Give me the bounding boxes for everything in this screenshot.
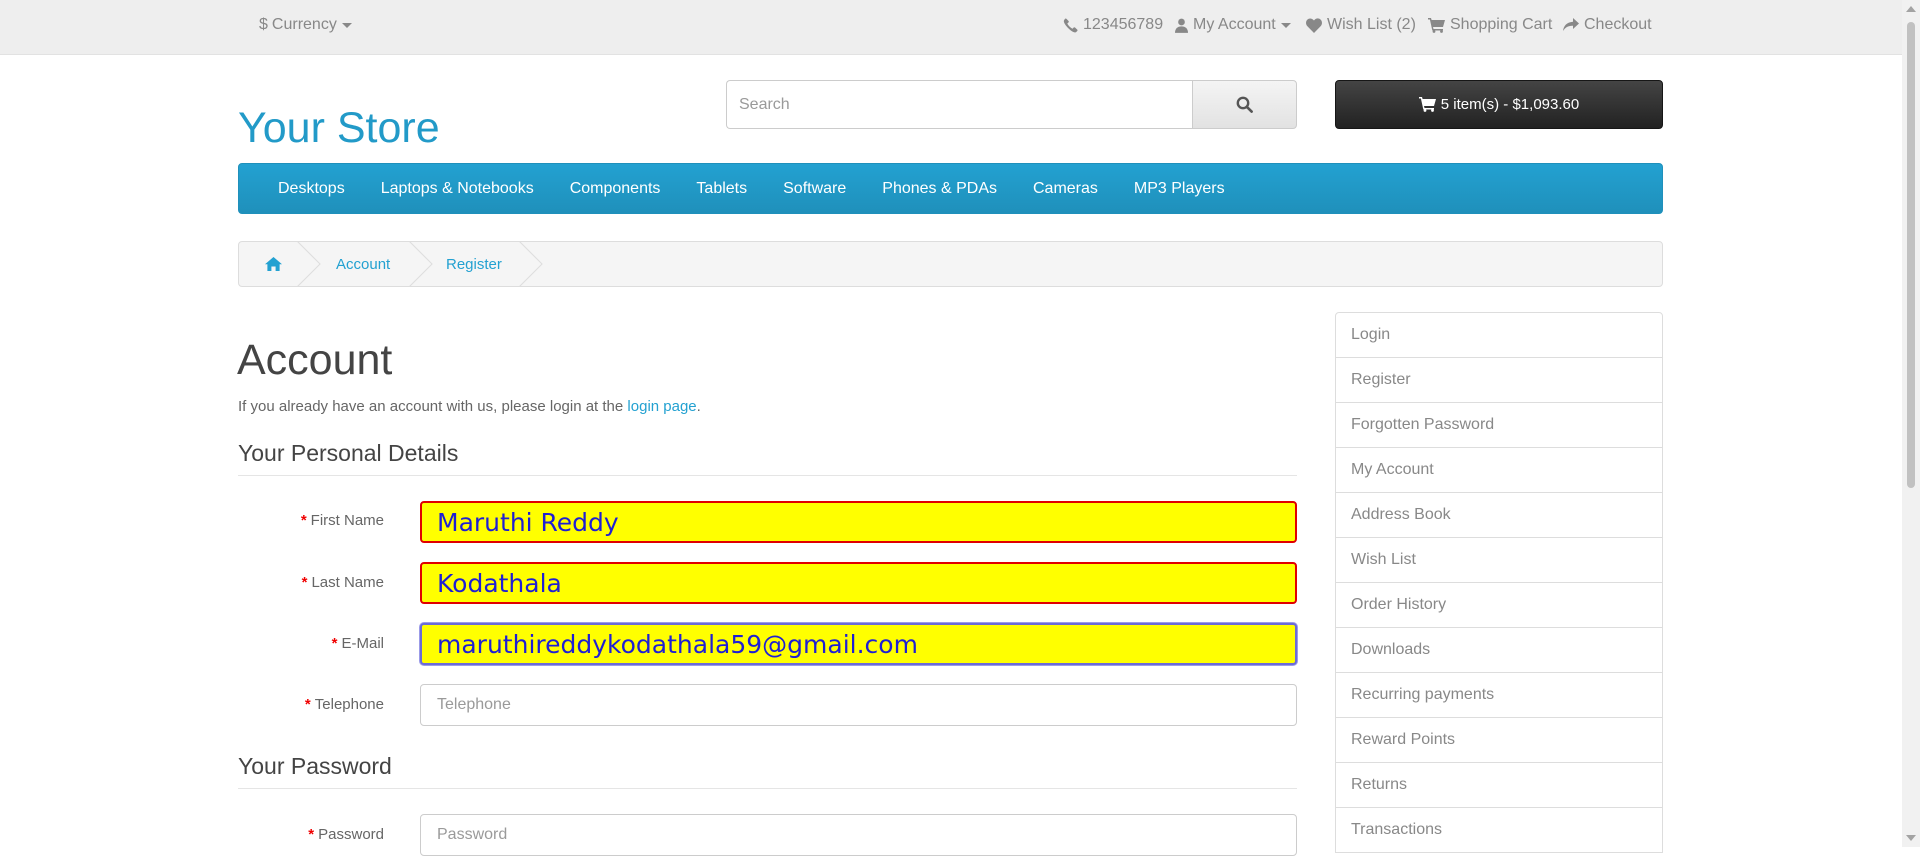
caret-down-icon — [341, 22, 352, 28]
search-icon — [1236, 96, 1253, 113]
top-bar: $ Currency 123456789 My Account Wish Lis… — [0, 0, 1902, 55]
main-menu: Desktops Laptops & Notebooks Components … — [238, 163, 1663, 214]
scroll-up-arrow-icon[interactable] — [1906, 6, 1916, 12]
search-input[interactable] — [726, 80, 1192, 129]
account-sidebar: Login Register Forgotten Password My Acc… — [1335, 312, 1663, 853]
sidebar-item-register[interactable]: Register — [1335, 357, 1663, 403]
last-name-field[interactable] — [420, 562, 1297, 604]
checkout-link[interactable]: Checkout — [1563, 0, 1652, 50]
last-name-label-text: Last Name — [311, 574, 384, 591]
intro-suffix: . — [696, 398, 701, 415]
first-name-label: * First Name — [238, 512, 384, 529]
sidebar-item-recurring-payments[interactable]: Recurring payments — [1335, 672, 1663, 718]
email-field[interactable] — [420, 623, 1297, 665]
shopping-cart-link[interactable]: Shopping Cart — [1428, 0, 1552, 50]
menu-item-software[interactable]: Software — [765, 180, 864, 198]
scroll-down-arrow-icon[interactable] — [1906, 835, 1916, 841]
required-mark: * — [300, 512, 307, 529]
breadcrumb-home[interactable] — [265, 242, 282, 286]
menu-item-desktops[interactable]: Desktops — [260, 180, 363, 198]
personal-details-legend: Your Personal Details — [238, 440, 1297, 476]
telephone-label: * Telephone — [238, 696, 384, 713]
cart-total-label: 5 item(s) - $1,093.60 — [1440, 96, 1580, 113]
sidebar-item-address-book[interactable]: Address Book — [1335, 492, 1663, 538]
menu-item-components[interactable]: Components — [552, 180, 679, 198]
wishlist-label: Wish List (2) — [1327, 16, 1416, 33]
telephone-field[interactable] — [420, 684, 1297, 726]
menu-item-cameras[interactable]: Cameras — [1015, 180, 1116, 198]
my-account-dropdown[interactable]: My Account — [1175, 0, 1291, 50]
scrollbar-thumb[interactable] — [1907, 22, 1915, 488]
cart-icon — [1418, 97, 1436, 112]
password-legend: Your Password — [238, 753, 1297, 789]
required-mark: * — [304, 696, 311, 713]
sidebar-item-returns[interactable]: Returns — [1335, 762, 1663, 808]
search-button[interactable] — [1192, 80, 1297, 129]
page-scrollbar[interactable] — [1902, 0, 1920, 847]
phone-icon — [1063, 17, 1078, 32]
password-field[interactable] — [420, 814, 1297, 856]
menu-item-laptops-notebooks[interactable]: Laptops & Notebooks — [363, 180, 552, 198]
share-icon — [1563, 18, 1579, 31]
first-name-label-text: First Name — [310, 512, 384, 529]
email-label: * E-Mail — [238, 635, 384, 652]
shopping-cart-label: Shopping Cart — [1450, 16, 1553, 33]
store-logo[interactable]: Your Store — [238, 100, 440, 156]
required-mark: * — [308, 826, 315, 843]
sidebar-item-forgotten-password[interactable]: Forgotten Password — [1335, 402, 1663, 448]
my-account-label: My Account — [1193, 16, 1276, 33]
login-page-link[interactable]: login page — [627, 398, 696, 415]
sidebar-item-wish-list[interactable]: Wish List — [1335, 537, 1663, 583]
breadcrumb-separator — [519, 242, 543, 286]
user-icon — [1175, 18, 1188, 33]
sidebar-item-order-history[interactable]: Order History — [1335, 582, 1663, 628]
phone-link[interactable]: 123456789 — [1063, 0, 1163, 50]
home-icon — [265, 257, 282, 271]
breadcrumb-account[interactable]: Account — [336, 242, 390, 286]
menu-item-tablets[interactable]: Tablets — [678, 180, 765, 198]
sidebar-item-login[interactable]: Login — [1335, 312, 1663, 358]
required-mark: * — [301, 574, 308, 591]
sidebar-item-my-account[interactable]: My Account — [1335, 447, 1663, 493]
intro-prefix: If you already have an account with us, … — [238, 398, 628, 415]
currency-dropdown[interactable]: $ Currency — [259, 0, 352, 50]
intro-text: If you already have an account with us, … — [238, 398, 701, 415]
breadcrumb-register[interactable]: Register — [446, 242, 502, 286]
required-mark: * — [331, 635, 338, 652]
first-name-field[interactable] — [420, 501, 1297, 543]
menu-item-phones-pdas[interactable]: Phones & PDAs — [864, 180, 1015, 198]
caret-down-icon — [1280, 22, 1291, 28]
sidebar-item-reward-points[interactable]: Reward Points — [1335, 717, 1663, 763]
checkout-label: Checkout — [1584, 16, 1652, 33]
sidebar-item-transactions[interactable]: Transactions — [1335, 807, 1663, 853]
cart-total-button[interactable]: 5 item(s) - $1,093.60 — [1335, 80, 1663, 129]
breadcrumb: Account Register — [238, 241, 1663, 287]
password-label-text: Password — [318, 826, 384, 843]
telephone-label-text: Telephone — [314, 696, 384, 713]
sidebar-item-downloads[interactable]: Downloads — [1335, 627, 1663, 673]
last-name-label: * Last Name — [238, 574, 384, 591]
wishlist-link[interactable]: Wish List (2) — [1306, 0, 1416, 50]
dollar-icon: $ — [259, 16, 268, 33]
cart-icon — [1428, 17, 1445, 33]
currency-label: Currency — [271, 16, 337, 33]
menu-item-mp3-players[interactable]: MP3 Players — [1116, 180, 1243, 198]
page-title: Account — [237, 336, 393, 384]
heart-icon — [1306, 17, 1322, 33]
password-label: * Password — [238, 826, 384, 843]
phone-number: 123456789 — [1083, 16, 1164, 33]
email-label-text: E-Mail — [341, 635, 384, 652]
